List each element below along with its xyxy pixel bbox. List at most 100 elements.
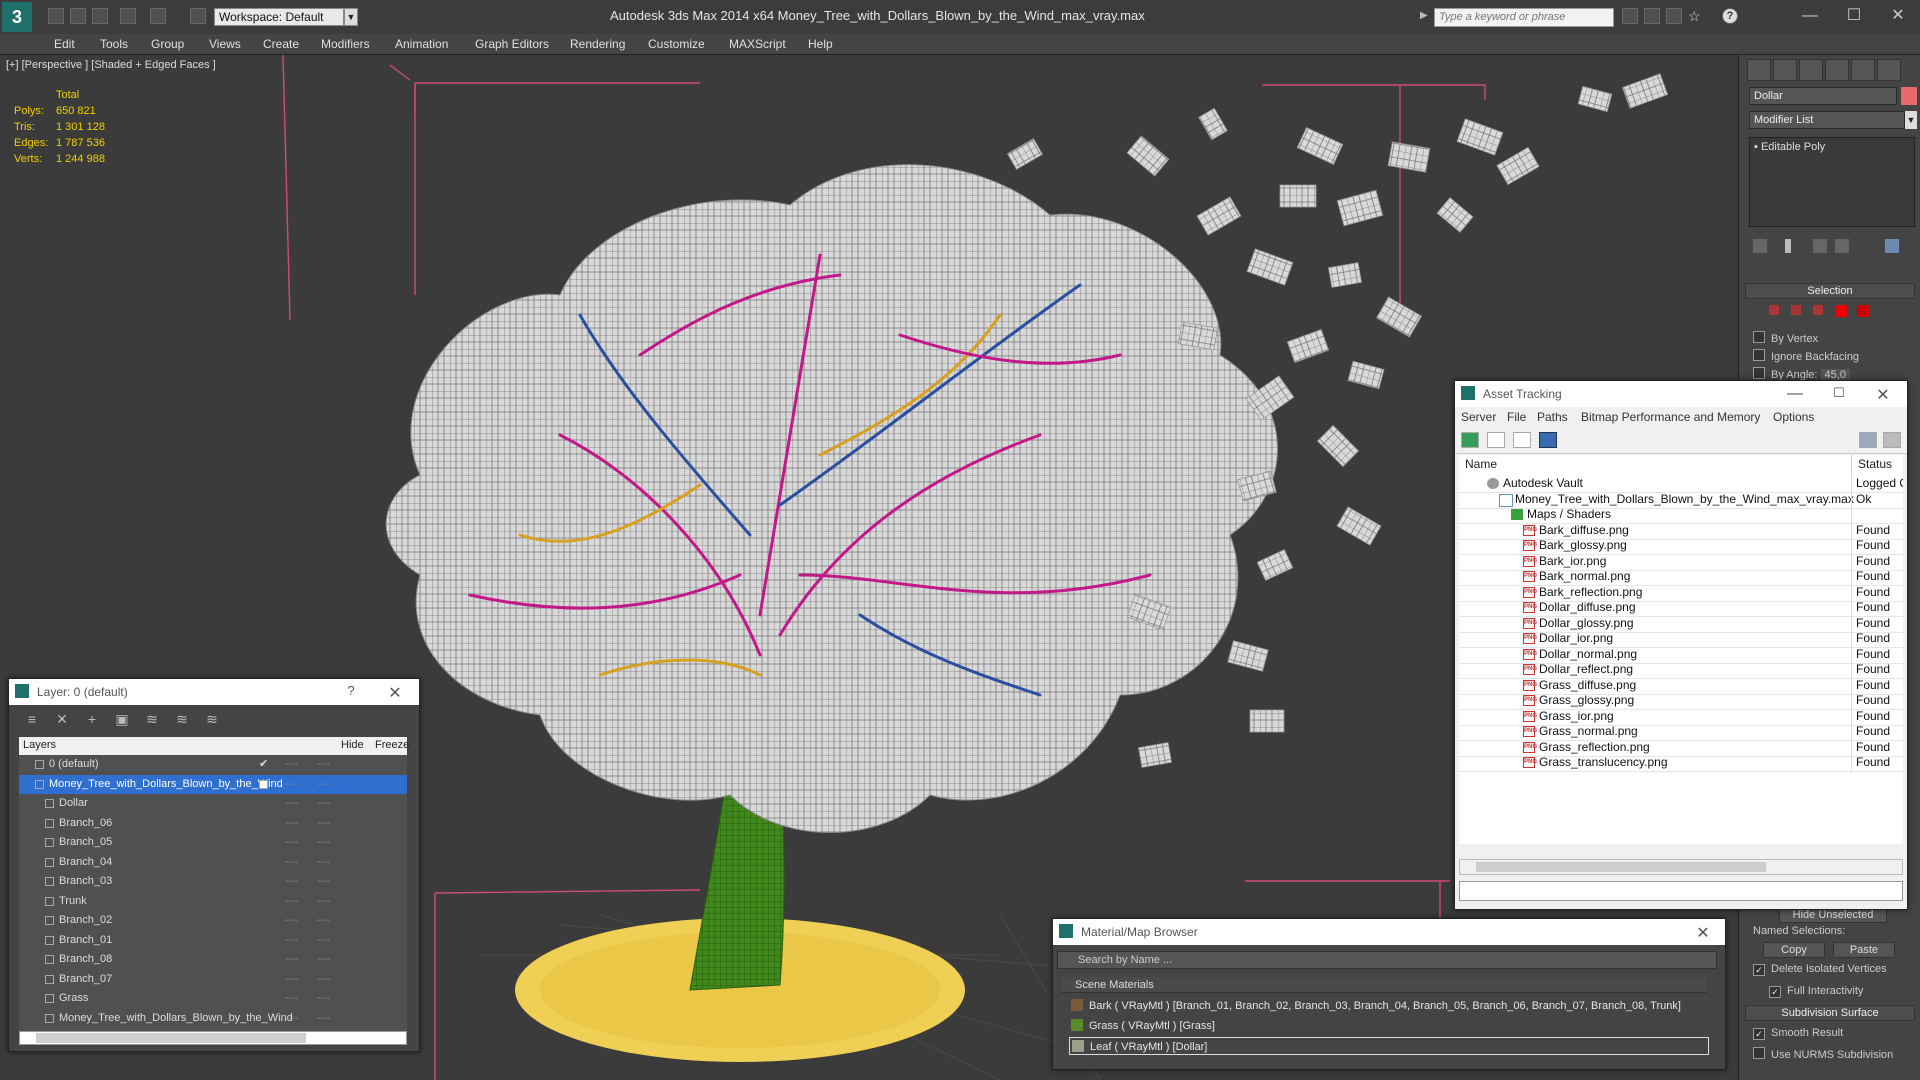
help-button[interactable]: ? [341,683,361,698]
asset-window-titlebar[interactable]: Asset Tracking — ☐ ✕ [1455,381,1907,407]
menu-maxscript[interactable]: MAXScript [729,37,786,51]
layer-row[interactable]: Branch_04 ---- ---- [19,853,407,872]
layer-row[interactable]: Money_Tree_with_Dollars_Blown_by_the_Win… [19,1009,407,1028]
select-objects-icon[interactable]: ▣ [113,711,131,727]
layer-row[interactable]: 0 (default) ✔ ---- ---- [19,755,407,774]
vertex-mode-icon[interactable] [1769,305,1779,315]
close-icon[interactable]: ✕ [385,683,405,703]
layer-window-titlebar[interactable]: Layer: 0 (default) ? ✕ [9,679,419,705]
asset-row[interactable]: PNG Grass_translucency.png Found [1459,753,1903,772]
layer-row[interactable]: Branch_07 ---- ---- [19,970,407,989]
menu-server[interactable]: Server [1461,410,1496,424]
hide-toggle[interactable]: ---- [285,1009,298,1028]
freeze-toggle[interactable]: ---- [317,833,330,852]
vault-settings-icon[interactable] [1883,432,1901,448]
list-view-icon[interactable] [1487,432,1505,448]
polygon-mode-icon[interactable] [1835,305,1847,317]
remove-modifier-icon[interactable] [1835,239,1849,253]
communication-icon[interactable] [1666,8,1682,24]
layer-row[interactable]: Trunk ---- ---- [19,892,407,911]
column-freeze[interactable]: Freeze [375,739,409,751]
menu-help[interactable]: Help [808,37,833,51]
display-tab-icon[interactable] [1851,59,1875,81]
full-interactivity-checkbox[interactable]: ✓ Full Interactivity [1769,985,1863,998]
paste-button[interactable]: Paste [1833,942,1895,958]
menu-create[interactable]: Create [263,37,299,51]
menu-paths[interactable]: Paths [1537,410,1568,424]
pin-stack-icon[interactable] [1753,239,1767,253]
element-mode-icon[interactable] [1857,305,1869,317]
layer-list[interactable]: 0 (default) ✔ ---- ---- Money_Tree_with_Doll… [19,755,407,1031]
binoculars-icon[interactable] [1622,8,1638,24]
table-view-icon[interactable] [1539,432,1557,448]
modifier-list-dropdown[interactable]: Modifier List [1749,111,1905,129]
hide-toggle[interactable]: ---- [285,755,298,774]
hide-toggle[interactable]: ---- [285,892,298,911]
delete-isolated-vertices-checkbox[interactable]: ✓ Delete Isolated Vertices [1753,963,1887,976]
freeze-toggle[interactable]: ---- [317,853,330,872]
app-logo-button[interactable]: 3 [2,2,32,32]
hide-toggle[interactable]: ---- [285,814,298,833]
asset-horizontal-scrollbar[interactable] [1459,859,1903,875]
close-icon[interactable]: ✕ [1693,923,1713,943]
subscription-icon[interactable] [1644,8,1660,24]
maximize-button[interactable]: ☐ [1829,385,1849,401]
make-unique-icon[interactable] [1813,239,1827,253]
layer-row[interactable]: Branch_08 ---- ---- [19,950,407,969]
menu-views[interactable]: Views [209,37,241,51]
show-end-result-icon[interactable] [1785,239,1791,253]
object-color-swatch[interactable] [1901,87,1917,105]
layer-row[interactable]: Branch_02 ---- ---- [19,911,407,930]
freeze-toggle[interactable]: ---- [317,989,330,1008]
chevron-right-icon[interactable]: ▶ [1420,10,1430,24]
modifier-stack[interactable]: ▪ Editable Poly [1749,137,1915,227]
freeze-all-icon[interactable]: ≋ [203,711,221,727]
selection-rollout[interactable]: Selection [1745,283,1915,299]
material-search-input[interactable]: Search by Name ... [1057,951,1717,969]
layer-row[interactable]: Money_Tree_with_Dollars_Blown_by_the_Win… [19,774,407,794]
create-layer-icon[interactable]: ≡ [23,711,41,727]
column-hide[interactable]: Hide [341,739,364,751]
minimize-button[interactable]: — [1790,4,1830,28]
close-button[interactable]: ✕ [1878,4,1918,28]
copy-button[interactable]: Copy [1763,942,1825,958]
freeze-toggle[interactable]: ---- [317,1009,330,1028]
chevron-down-icon[interactable]: ▼ [344,8,358,26]
active-layer-check-icon[interactable]: ✔ [259,755,268,774]
edge-mode-icon[interactable] [1791,305,1801,315]
material-window-titlebar[interactable]: Material/Map Browser ✕ [1053,919,1725,945]
scrollbar-thumb[interactable] [1476,862,1766,872]
viewport-label[interactable]: [+] [Perspective ] [Shaded + Edged Faces… [6,59,216,71]
modify-tab-icon[interactable] [1773,59,1797,81]
column-status[interactable]: Status [1851,455,1892,474]
menu-edit[interactable]: Edit [54,37,75,51]
use-nurms-checkbox[interactable]: Use NURMS Subdivision [1753,1047,1893,1061]
column-name[interactable]: Name [1465,457,1497,471]
by-angle-checkbox[interactable]: By Angle: 45,0 [1753,367,1850,381]
hide-toggle[interactable]: ---- [285,931,298,950]
maximize-button[interactable]: ☐ [1834,4,1874,28]
freeze-toggle[interactable]: ---- [317,755,330,774]
smooth-result-checkbox[interactable]: ✓ Smooth Result [1753,1027,1843,1040]
project-folder-icon[interactable] [190,8,206,24]
subdivision-surface-rollout[interactable]: Subdivision Surface [1745,1005,1915,1021]
freeze-toggle[interactable]: ---- [317,814,330,833]
layer-row[interactable]: Branch_01 ---- ---- [19,931,407,950]
help-icon[interactable]: ? [1722,8,1738,24]
layer-row[interactable]: Branch_06 ---- ---- [19,814,407,833]
menu-animation[interactable]: Animation [395,37,448,51]
utilities-tab-icon[interactable] [1877,59,1901,81]
menu-rendering[interactable]: Rendering [570,37,625,51]
asset-list[interactable]: Autodesk VaultLogged OutMoney_Tree_with_… [1459,474,1903,844]
hide-toggle[interactable]: ---- [285,775,298,794]
menu-graph-editors[interactable]: Graph Editors [475,37,549,51]
menu-tools[interactable]: Tools [100,37,128,51]
hierarchy-tab-icon[interactable] [1799,59,1823,81]
freeze-toggle[interactable]: ---- [317,931,330,950]
layer-row[interactable]: Branch_03 ---- ---- [19,872,407,891]
material-row[interactable]: Bark ( VRayMtl ) [Branch_01, Branch_02, … [1069,997,1709,1015]
menu-file[interactable]: File [1507,410,1526,424]
new-file-icon[interactable] [48,8,64,24]
freeze-toggle[interactable]: ---- [317,872,330,891]
refresh-icon[interactable] [1461,432,1479,448]
